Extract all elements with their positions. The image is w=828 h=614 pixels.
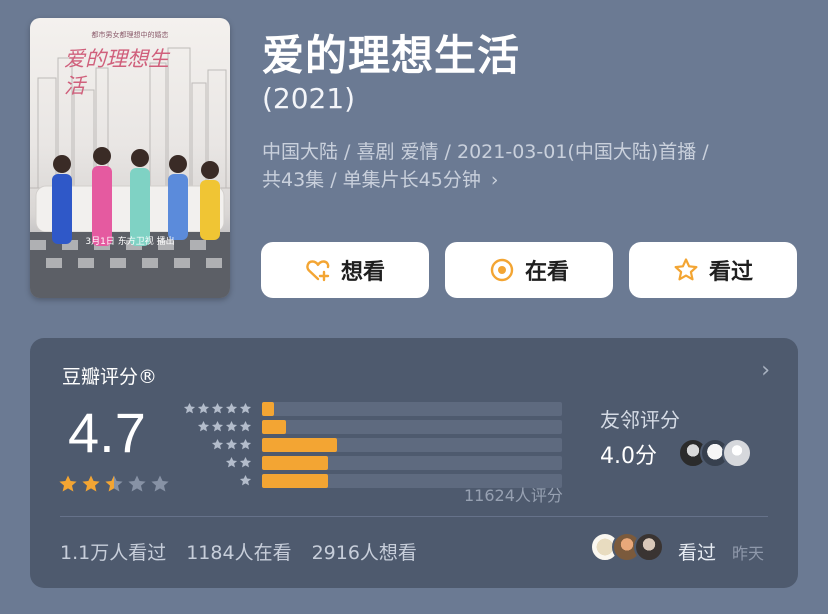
star-icon xyxy=(211,402,224,414)
avatar[interactable] xyxy=(634,532,664,562)
star-icon xyxy=(225,456,238,468)
chevron-right-icon[interactable]: › xyxy=(761,358,770,383)
poster-image[interactable]: 都市男女都理想中的婚恋 爱的理想生活 3月1日 东方卫视 播出 xyxy=(30,18,230,298)
watched-button[interactable]: 看过 xyxy=(629,242,797,298)
watched-label: 看过 xyxy=(708,260,753,285)
star-icon xyxy=(128,475,146,492)
distribution-track xyxy=(262,420,562,434)
star-icon xyxy=(151,475,169,492)
stat-want[interactable]: 2916人想看 xyxy=(312,538,417,565)
watching-button[interactable]: 在看 xyxy=(445,242,613,298)
star-icon xyxy=(82,475,100,492)
average-stars xyxy=(58,474,170,494)
star-icon xyxy=(197,402,210,414)
target-icon xyxy=(490,258,514,282)
rating-score: 4.7 xyxy=(68,401,146,464)
rating-card-title: 豆瓣评分® xyxy=(62,366,158,388)
watch-stats: 1.1万人看过 1184人在看 2916人想看 xyxy=(60,538,417,565)
star-icon xyxy=(239,420,252,432)
distribution-track xyxy=(262,438,562,452)
distribution-bar xyxy=(262,438,337,452)
star-icon xyxy=(183,402,196,414)
distribution-bar xyxy=(262,420,286,434)
star-icon xyxy=(105,475,123,492)
star-icon xyxy=(239,474,252,486)
distribution-stars xyxy=(180,474,252,487)
seen-label: 看过 xyxy=(678,542,717,564)
poster-title-art: 爱的理想生活 xyxy=(64,47,169,98)
distribution-track xyxy=(262,402,562,416)
chevron-right-icon: › xyxy=(490,169,499,191)
distribution-stars xyxy=(180,420,252,433)
star-outline-icon xyxy=(674,258,698,281)
meta-line-2-text: 共43集 / 单集片长45分钟 xyxy=(262,169,481,191)
star-icon xyxy=(225,420,238,432)
distribution-stars xyxy=(180,402,252,415)
star-icon xyxy=(211,420,224,432)
star-icon xyxy=(225,402,238,414)
friend-rating-score: 4.0分 xyxy=(600,444,657,469)
want-to-watch-label: 想看 xyxy=(340,260,385,285)
star-icon xyxy=(59,475,77,492)
movie-title: 爱的理想生活 xyxy=(262,31,521,80)
distribution-stars xyxy=(180,456,252,469)
meta-line-2: 共43集 / 单集片长45分钟 › xyxy=(262,166,802,194)
poster-date: 3月1日 东方卫视 播出 xyxy=(85,237,175,247)
meta-line-1: 中国大陆 / 喜剧 爱情 / 2021-03-01(中国大陆)首播 / xyxy=(262,141,709,163)
stat-watched[interactable]: 1.1万人看过 xyxy=(60,538,166,565)
star-icon xyxy=(211,438,224,450)
star-icon xyxy=(239,402,252,414)
heart-plus-icon xyxy=(306,260,330,282)
star-icon xyxy=(239,456,252,468)
distribution-stars xyxy=(180,438,252,451)
seen-by-avatars[interactable] xyxy=(590,532,664,562)
seen-time: 昨天 xyxy=(732,544,765,563)
watching-label: 在看 xyxy=(524,260,569,285)
divider xyxy=(60,516,768,517)
distribution-bar xyxy=(262,402,274,416)
rating-card[interactable]: 豆瓣评分® › 4.7 11624人评分 友邻评分 4.0分 1.1万人看过 1… xyxy=(30,338,798,588)
friend-avatars[interactable] xyxy=(678,438,752,468)
star-icon xyxy=(197,420,210,432)
want-to-watch-button[interactable]: 想看 xyxy=(261,242,429,298)
poster-tagline: 都市男女都理想中的婚恋 xyxy=(91,31,169,39)
distribution-bar xyxy=(262,456,328,470)
stat-watching[interactable]: 1184人在看 xyxy=(186,538,291,565)
movie-year: (2021) xyxy=(262,82,356,115)
star-icon xyxy=(225,438,238,450)
distribution-track xyxy=(262,456,562,470)
movie-meta[interactable]: 中国大陆 / 喜剧 爱情 / 2021-03-01(中国大陆)首播 / 共43集… xyxy=(262,138,802,194)
distribution-bar xyxy=(262,474,328,488)
friend-rating-label: 友邻评分 xyxy=(600,408,680,432)
avatar[interactable] xyxy=(722,438,752,468)
rating-count: 11624人评分 xyxy=(464,486,563,505)
star-icon xyxy=(239,438,252,450)
